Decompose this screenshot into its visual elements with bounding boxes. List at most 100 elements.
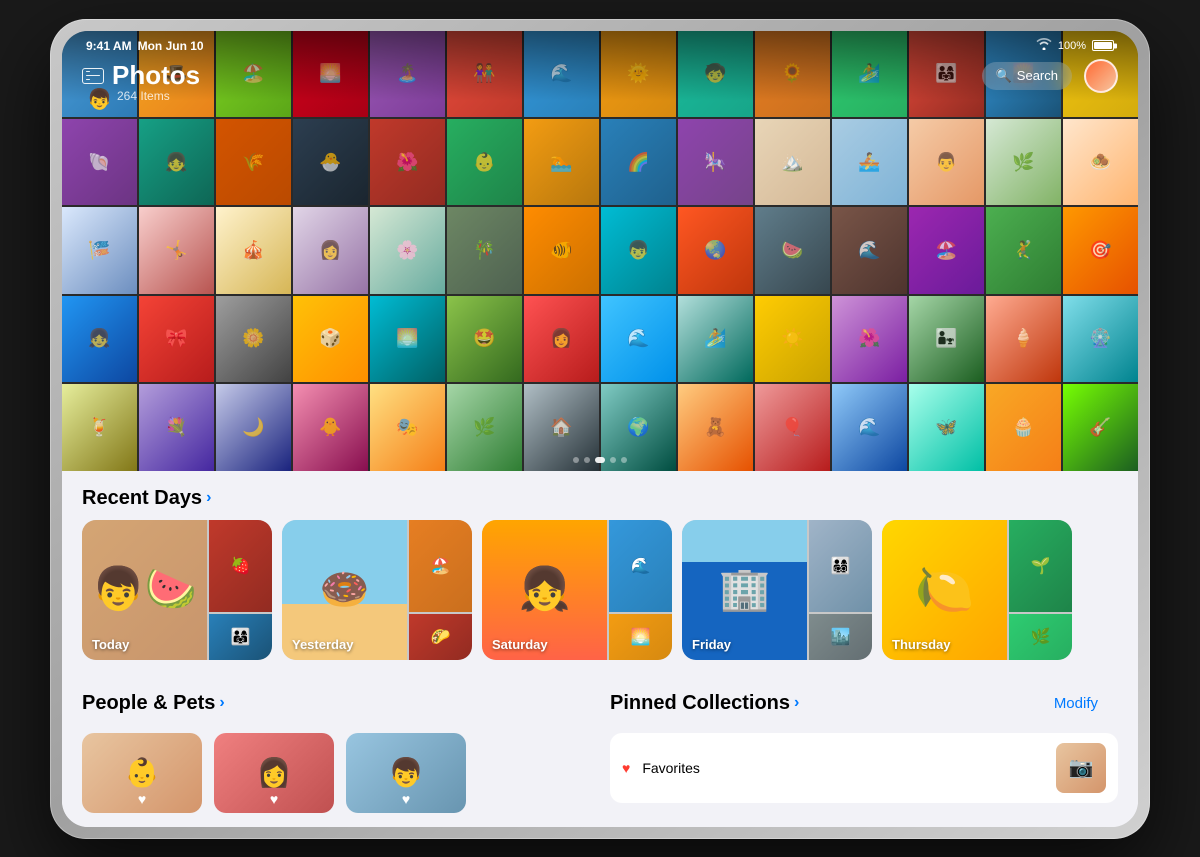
favorites-heart-icon: ♥	[622, 760, 630, 776]
lower-sections: People & Pets › 👶 ♥ 👩 ♥ 👦	[62, 676, 1138, 821]
photo-cell[interactable]: 🏄	[678, 296, 753, 382]
day-label-thursday: Thursday	[892, 637, 951, 652]
photo-cell[interactable]: 💐	[139, 384, 214, 470]
photo-cell[interactable]: 🐣	[293, 119, 368, 205]
photo-cell[interactable]: 👩	[524, 296, 599, 382]
sidebar-line	[86, 71, 90, 72]
photo-cell[interactable]: 🍹	[62, 384, 137, 470]
people-scroll[interactable]: 👶 ♥ 👩 ♥ 👦 ♥	[82, 725, 590, 821]
app-title: Photos	[112, 60, 200, 91]
day-label-yesterday: Yesterday	[292, 637, 353, 652]
modify-button[interactable]: Modify	[1054, 695, 1098, 712]
photo-cell[interactable]: 🌊	[832, 207, 907, 293]
photo-cell[interactable]: 🌸	[370, 207, 445, 293]
photo-cell[interactable]: 🎭	[370, 384, 445, 470]
photo-cell[interactable]: 🧁	[986, 384, 1061, 470]
photo-cell[interactable]: 🤸	[139, 207, 214, 293]
day-card-thursday[interactable]: 🍋 🌱 🌿 Thursday	[882, 520, 1072, 660]
heart-icon: ♥	[270, 791, 278, 807]
photo-cell[interactable]: 🌊	[832, 384, 907, 470]
photo-cell[interactable]: 🌼	[216, 296, 291, 382]
nav-right-controls: 🔍 Search	[982, 59, 1118, 93]
photo-cell[interactable]: 👧	[62, 296, 137, 382]
sidebar-line	[86, 79, 90, 80]
photo-cell[interactable]: 👶	[447, 119, 522, 205]
page-dot[interactable]	[610, 457, 616, 463]
photo-cell[interactable]: 🌿	[986, 119, 1061, 205]
recent-days-chevron[interactable]: ›	[206, 489, 211, 507]
day-card-yesterday[interactable]: 🍩 🏖️ 🌮 Yesterday	[282, 520, 472, 660]
page-dot[interactable]	[621, 457, 627, 463]
photo-cell[interactable]: 🌿	[447, 384, 522, 470]
photo-cell[interactable]: 🌺	[370, 119, 445, 205]
pinned-header: Pinned Collections › Modify	[610, 676, 1118, 725]
person-card-1[interactable]: 👶 ♥	[82, 733, 202, 813]
photo-cell[interactable]: 🍉	[755, 207, 830, 293]
photo-cell[interactable]: 🎈	[755, 384, 830, 470]
user-avatar[interactable]	[1084, 59, 1118, 93]
photo-cell[interactable]: ☀️	[755, 296, 830, 382]
day-card-friday[interactable]: 🏢 👨‍👩‍👧‍👦 🏙️ Friday	[682, 520, 872, 660]
photo-cell[interactable]: 🐠	[524, 207, 599, 293]
photo-cell[interactable]: 🐚	[62, 119, 137, 205]
favorites-label: Favorites	[642, 760, 700, 776]
sidebar-toggle-icon[interactable]	[82, 68, 104, 84]
navigation-bar: Photos 🔍 Search	[62, 31, 1138, 101]
photo-cell[interactable]: 👨	[909, 119, 984, 205]
photo-cell[interactable]: 🏊	[524, 119, 599, 205]
people-header: People & Pets ›	[82, 676, 590, 725]
recent-days-scroll[interactable]: 👦🍉 🍓 👨‍👩‍👧 Today 🍩 🏖️ 🌮	[62, 520, 1138, 676]
sidebar-line	[86, 75, 100, 76]
photo-cell[interactable]: 👦	[601, 207, 676, 293]
heart-icon: ♥	[138, 791, 146, 807]
photo-cell[interactable]: 🧆	[1063, 119, 1138, 205]
photo-cell[interactable]: 🧸	[678, 384, 753, 470]
photo-cell[interactable]: 👧	[139, 119, 214, 205]
nav-title-group: Photos	[82, 60, 200, 91]
favorites-thumbnail: 📷	[1056, 743, 1106, 793]
photo-cell[interactable]: 🌺	[832, 296, 907, 382]
search-icon: 🔍	[996, 68, 1012, 84]
photo-cell[interactable]: 🌊	[601, 296, 676, 382]
photo-cell[interactable]: 👩	[293, 207, 368, 293]
photo-cell[interactable]: 🌅	[370, 296, 445, 382]
photo-cell[interactable]: 🚣	[832, 119, 907, 205]
photo-cell[interactable]: 🏔️	[755, 119, 830, 205]
photo-cell[interactable]: 🍦	[986, 296, 1061, 382]
person-card-2[interactable]: 👩 ♥	[214, 733, 334, 813]
photo-cell[interactable]: 🎸	[1063, 384, 1138, 470]
photo-cell[interactable]: 🎯	[1063, 207, 1138, 293]
photo-cell[interactable]: 🎏	[62, 207, 137, 293]
photo-cell[interactable]: 🏖️	[909, 207, 984, 293]
photo-cell[interactable]: 🐥	[293, 384, 368, 470]
people-title: People & Pets	[82, 692, 215, 715]
photo-cell[interactable]: 🌾	[216, 119, 291, 205]
photo-cell[interactable]: 🦋	[909, 384, 984, 470]
day-card-saturday[interactable]: 👧 🌊 🌅 Saturday	[482, 520, 672, 660]
photo-cell[interactable]: 🎲	[293, 296, 368, 382]
photo-cell[interactable]: 🤩	[447, 296, 522, 382]
photo-grid-section: Photos 🔍 Search 264 Items 👦 🎩 🏖️ 🌅 🏝️	[62, 31, 1138, 471]
page-dot-active[interactable]	[595, 457, 605, 463]
photo-cell[interactable]: 🌏	[678, 207, 753, 293]
photo-cell[interactable]: 🎠	[678, 119, 753, 205]
day-label-saturday: Saturday	[492, 637, 548, 652]
search-button[interactable]: 🔍 Search	[982, 62, 1072, 90]
person-card-3[interactable]: 👦 ♥	[346, 733, 466, 813]
photo-cell[interactable]: 🌈	[601, 119, 676, 205]
page-dot[interactable]	[584, 457, 590, 463]
photo-cell[interactable]: 🎀	[139, 296, 214, 382]
photo-cell[interactable]: 🎋	[447, 207, 522, 293]
day-card-today[interactable]: 👦🍉 🍓 👨‍👩‍👧 Today	[82, 520, 272, 660]
photo-cell[interactable]: 👨‍👧	[909, 296, 984, 382]
page-dot[interactable]	[573, 457, 579, 463]
day-label-today: Today	[92, 637, 129, 652]
photo-cell[interactable]: 🎪	[216, 207, 291, 293]
pinned-favorites-item[interactable]: ♥ Favorites 📷	[610, 733, 1118, 803]
photo-cell[interactable]: 🌙	[216, 384, 291, 470]
pinned-chevron[interactable]: ›	[794, 694, 799, 712]
people-chevron[interactable]: ›	[219, 694, 224, 712]
photo-cell[interactable]: 🎡	[1063, 296, 1138, 382]
photo-cell[interactable]: 🤾	[986, 207, 1061, 293]
ipad-device: Photos 🔍 Search 264 Items 👦 🎩 🏖️ 🌅 🏝️	[50, 19, 1150, 839]
